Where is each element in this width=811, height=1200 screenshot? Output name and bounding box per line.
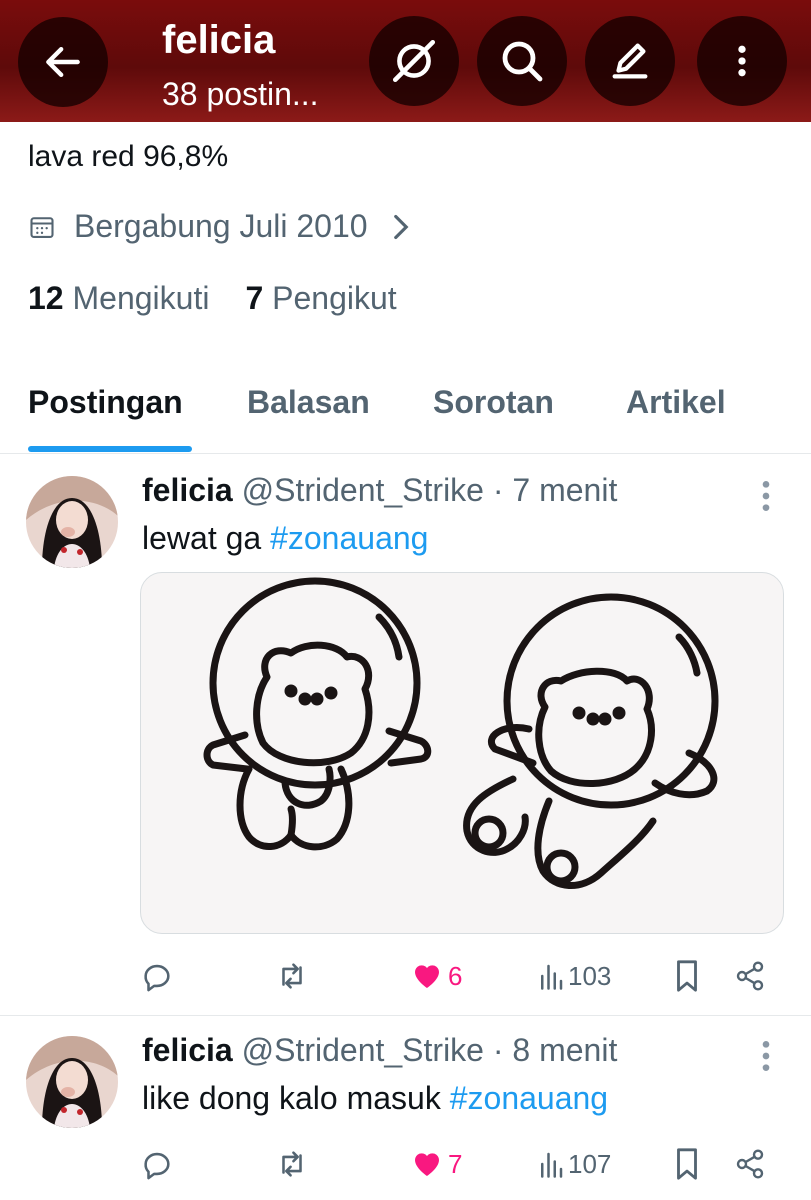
more-vertical-icon bbox=[738, 45, 746, 77]
profile-bio: lava red 96,8% bbox=[28, 140, 229, 173]
post-text: like dong kalo masuk #zonauang bbox=[142, 1080, 608, 1117]
author-handle[interactable]: @Strident_Strike bbox=[242, 472, 484, 508]
followers-count: 7 bbox=[245, 280, 264, 316]
tab-sorotan[interactable]: Sorotan bbox=[433, 384, 554, 421]
reply-icon bbox=[144, 964, 170, 992]
views-chart-icon bbox=[541, 1152, 563, 1178]
post-image[interactable] bbox=[140, 572, 784, 934]
following-label: Mengikuti bbox=[72, 280, 210, 316]
search-button[interactable] bbox=[477, 16, 567, 106]
profile-tabs: Postingan Balasan Sorotan Artikel bbox=[0, 380, 811, 454]
post-time: · 8 menit bbox=[492, 1032, 618, 1068]
profile-header: felicia 38 postin... bbox=[0, 0, 811, 122]
repost-button[interactable] bbox=[274, 1144, 310, 1184]
arrow-left-icon bbox=[46, 46, 80, 78]
like-count: 7 bbox=[448, 1148, 463, 1179]
followers-label: Pengikut bbox=[272, 280, 397, 316]
bookmark-icon bbox=[677, 960, 697, 992]
share-icon bbox=[736, 1149, 764, 1179]
avatar[interactable] bbox=[26, 1036, 118, 1128]
like-button[interactable]: 6 bbox=[410, 956, 462, 996]
views-count: 107 bbox=[568, 1148, 612, 1179]
post-item[interactable]: felicia @Strident_Strike · 8 menit like … bbox=[0, 1018, 811, 1200]
edit-icon bbox=[612, 43, 648, 79]
bookmark-icon bbox=[677, 1148, 697, 1180]
more-options-button[interactable] bbox=[697, 16, 787, 106]
repost-button[interactable] bbox=[274, 956, 310, 996]
followers-link[interactable]: 7 Pengikut bbox=[245, 280, 396, 317]
repost-icon bbox=[282, 963, 302, 989]
repost-icon bbox=[282, 1151, 302, 1177]
post-body: like dong kalo masuk bbox=[142, 1080, 450, 1116]
views-count: 103 bbox=[568, 960, 612, 991]
hashtag-link[interactable]: #zonauang bbox=[450, 1080, 608, 1116]
header-title: felicia bbox=[162, 18, 276, 62]
views-button[interactable]: 103 bbox=[538, 956, 611, 996]
active-tab-indicator bbox=[28, 446, 192, 452]
tab-postingan[interactable]: Postingan bbox=[28, 384, 183, 421]
hide-media-button[interactable] bbox=[369, 16, 459, 106]
post-time: · 7 menit bbox=[492, 472, 618, 508]
avatar[interactable] bbox=[26, 476, 118, 568]
post-text: lewat ga #zonauang bbox=[142, 520, 428, 557]
edit-profile-button[interactable] bbox=[585, 16, 675, 106]
bookmark-button[interactable] bbox=[672, 956, 702, 996]
following-count: 12 bbox=[28, 280, 64, 316]
joined-date: Bergabung Juli 2010 bbox=[74, 208, 368, 244]
joined-date-row[interactable]: Bergabung Juli 2010 bbox=[28, 208, 412, 245]
post-item[interactable]: felicia @Strident_Strike · 7 menit lewat… bbox=[0, 458, 811, 1016]
views-button[interactable]: 107 bbox=[538, 1144, 611, 1184]
reply-button[interactable] bbox=[140, 956, 174, 996]
following-link[interactable]: 12 Mengikuti bbox=[28, 280, 209, 317]
heart-filled-icon bbox=[415, 1153, 439, 1176]
tab-artikel[interactable]: Artikel bbox=[626, 384, 726, 421]
follow-stats: 12 Mengikuti 7 Pengikut bbox=[28, 280, 397, 317]
post-more-icon[interactable] bbox=[752, 476, 780, 516]
author-handle[interactable]: @Strident_Strike bbox=[242, 1032, 484, 1068]
like-button[interactable]: 7 bbox=[410, 1144, 462, 1184]
post-actions: 7 107 bbox=[140, 1144, 780, 1184]
calendar-icon bbox=[30, 216, 54, 238]
share-icon bbox=[736, 961, 764, 991]
header-post-count: 38 postin... bbox=[162, 76, 319, 112]
heart-filled-icon bbox=[415, 965, 439, 988]
hashtag-link[interactable]: #zonauang bbox=[270, 520, 428, 556]
share-button[interactable] bbox=[734, 956, 766, 996]
reply-button[interactable] bbox=[140, 1144, 174, 1184]
tab-balasan[interactable]: Balasan bbox=[247, 384, 370, 421]
chevron-right-icon bbox=[393, 214, 409, 239]
post-more-icon[interactable] bbox=[752, 1036, 780, 1076]
post-meta: felicia @Strident_Strike · 7 menit bbox=[142, 472, 617, 509]
search-icon bbox=[502, 41, 543, 82]
bookmark-button[interactable] bbox=[672, 1144, 702, 1184]
post-body: lewat ga bbox=[142, 520, 271, 556]
post-actions: 6 103 bbox=[140, 956, 780, 996]
back-button[interactable] bbox=[18, 17, 108, 107]
like-count: 6 bbox=[448, 960, 463, 991]
author-name[interactable]: felicia bbox=[142, 472, 233, 508]
post-meta: felicia @Strident_Strike · 8 menit bbox=[142, 1032, 617, 1069]
reply-icon bbox=[144, 1152, 170, 1180]
share-button[interactable] bbox=[734, 1144, 766, 1184]
views-chart-icon bbox=[541, 964, 563, 990]
author-name[interactable]: felicia bbox=[142, 1032, 233, 1068]
no-image-icon bbox=[392, 39, 436, 83]
